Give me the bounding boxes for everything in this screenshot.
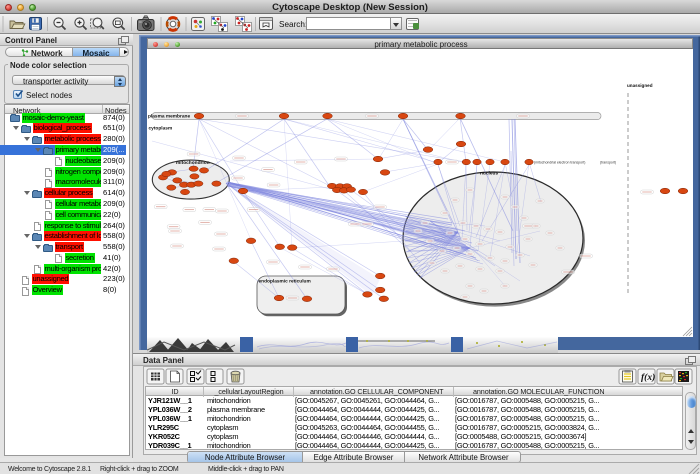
svg-text:unassigned: unassigned — [627, 83, 653, 88]
svg-text:endoplasmic reticulum: endoplasmic reticulum — [259, 278, 311, 284]
svg-text:plasma membrane: plasma membrane — [148, 113, 190, 119]
svg-text:mitochondrion: mitochondrion — [176, 160, 210, 166]
svg-text:(mitochondrial electron transp: (mitochondrial electron transport) — [534, 160, 585, 164]
svg-text:nucleus: nucleus — [480, 170, 498, 176]
svg-text:f(x): f(x) — [641, 372, 655, 383]
svg-text:Search:: Search: — [279, 20, 307, 29]
svg-text:(transport): (transport) — [600, 160, 616, 164]
svg-text:cytoplasm: cytoplasm — [149, 125, 173, 131]
